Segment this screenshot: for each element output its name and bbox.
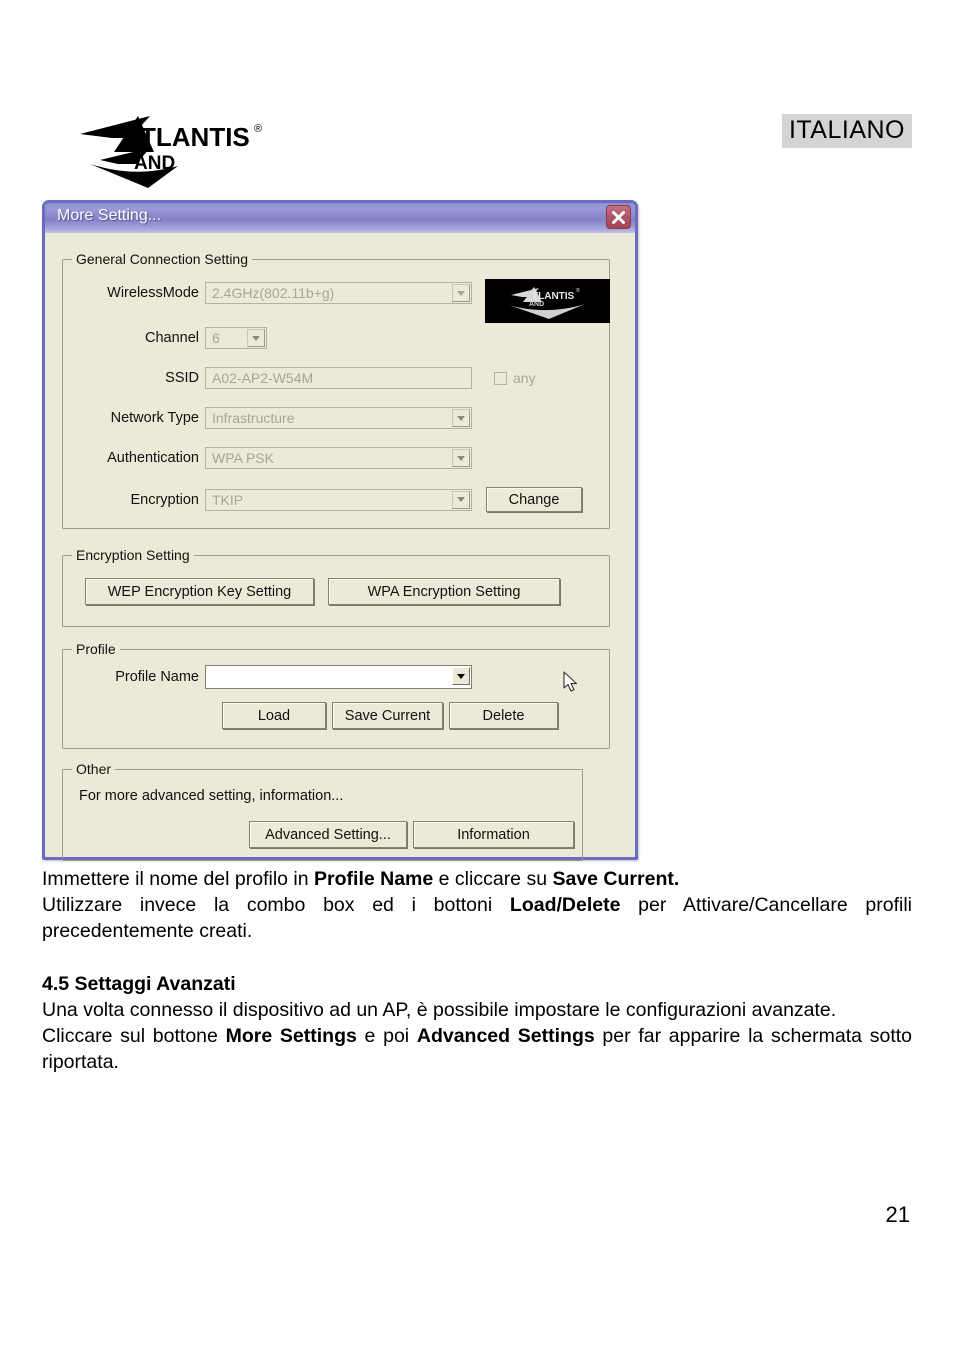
row-network-type: Network Type Infrastructure <box>63 407 609 429</box>
paragraph-profile-instructions: Immettere il nome del profilo in Profile… <box>42 866 912 944</box>
p4-b: More Settings <box>225 1025 357 1047</box>
channel-label: Channel <box>144 330 199 346</box>
wireless-mode-label: WirelessMode <box>107 285 199 301</box>
wireless-mode-combobox[interactable]: 2.4GHz(802.11b+g) <box>205 282 472 304</box>
wireless-mode-value: 2.4GHz(802.11b+g) <box>212 285 335 301</box>
p1-c: e cliccare su <box>433 868 553 890</box>
p1-a: Immettere il nome del profilo in <box>42 868 315 890</box>
p2-a: Utilizzare invece la combo box ed i bott… <box>42 894 510 916</box>
any-checkbox[interactable]: any <box>494 370 536 386</box>
language-badge: ITALIANO <box>781 114 912 148</box>
paragraph-2: Utilizzare invece la combo box ed i bott… <box>42 892 912 944</box>
encryption-combobox[interactable]: TKIP <box>205 488 472 511</box>
chevron-down-icon[interactable] <box>452 409 470 427</box>
p1-d: Save Current. <box>552 868 680 890</box>
save-current-button[interactable]: Save Current <box>332 702 443 729</box>
p4-d: Advanced Settings <box>416 1025 595 1047</box>
dialog-body: General Connection Setting WirelessMode … <box>45 233 635 861</box>
profile-name-label: Profile Name <box>115 669 199 685</box>
chevron-down-icon[interactable] <box>452 284 470 302</box>
delete-button[interactable]: Delete <box>449 702 558 729</box>
row-encryption: Encryption TKIP Change <box>63 487 609 512</box>
chevron-down-icon[interactable] <box>247 329 265 347</box>
paragraph-4: Cliccare sul bottone More Settings e poi… <box>42 1023 912 1075</box>
dialog-atlantis-logo: TLANTIS ® AND <box>485 279 610 323</box>
group-profile: Profile Profile Name Load Save Current D… <box>62 641 610 749</box>
dialog-title: More Setting... <box>57 207 162 224</box>
paragraph-1: Immettere il nome del profilo in Profile… <box>42 866 912 892</box>
p4-c: e poi <box>356 1025 417 1047</box>
encryption-value: TKIP <box>212 491 244 508</box>
network-type-combobox[interactable]: Infrastructure <box>205 407 472 429</box>
information-button[interactable]: Information <box>413 821 574 848</box>
change-button[interactable]: Change <box>486 487 582 512</box>
ssid-value: A02-AP2-W54M <box>212 370 314 386</box>
close-icon[interactable] <box>606 205 631 229</box>
row-authentication: Authentication WPA PSK <box>63 447 609 469</box>
page-number: 21 <box>885 1202 910 1227</box>
ssid-input[interactable]: A02-AP2-W54M <box>205 367 472 389</box>
p1-b: Profile Name <box>314 868 434 890</box>
wpa-encryption-setting-button[interactable]: WPA Encryption Setting <box>328 578 560 605</box>
p2-b: Load/Delete <box>509 894 621 916</box>
chevron-down-icon[interactable] <box>452 490 470 509</box>
svg-text:TLANTIS: TLANTIS <box>140 122 250 152</box>
group-general-title: General Connection Setting <box>72 251 252 267</box>
channel-value: 6 <box>212 330 220 346</box>
network-type-label: Network Type <box>110 410 199 426</box>
advanced-setting-button[interactable]: Advanced Setting... <box>249 821 407 848</box>
atlantis-land-logo: TLANTIS ® AND <box>78 112 268 188</box>
any-checkbox-label: any <box>513 370 536 386</box>
mouse-cursor <box>563 671 579 698</box>
profile-name-combobox[interactable] <box>205 665 472 689</box>
p4-a: Cliccare sul bottone <box>42 1025 226 1047</box>
load-button[interactable]: Load <box>222 702 326 729</box>
section-4-5: 4.5 Settaggi Avanzati Una volta connesso… <box>42 971 912 1075</box>
group-general-connection-setting: General Connection Setting WirelessMode … <box>62 251 610 529</box>
group-other: Other For more advanced setting, informa… <box>62 761 583 861</box>
other-description: For more advanced setting, information..… <box>79 788 344 804</box>
authentication-combobox[interactable]: WPA PSK <box>205 447 472 469</box>
wep-encryption-key-setting-button[interactable]: WEP Encryption Key Setting <box>85 578 314 605</box>
group-other-title: Other <box>72 761 116 777</box>
authentication-label: Authentication <box>107 450 199 466</box>
chevron-down-icon[interactable] <box>452 449 470 467</box>
chevron-down-icon[interactable] <box>452 667 470 685</box>
page-header: TLANTIS ® AND ITALIANO <box>0 0 954 190</box>
svg-text:®: ® <box>254 123 262 135</box>
section-heading: 4.5 Settaggi Avanzati <box>42 973 236 995</box>
svg-text:AND: AND <box>529 301 544 308</box>
authentication-value: WPA PSK <box>212 450 274 466</box>
row-profile-name: Profile Name <box>63 665 609 689</box>
any-checkbox-box[interactable] <box>494 371 507 385</box>
group-encryption-setting: Encryption Setting WEP Encryption Key Se… <box>62 547 610 627</box>
group-encryption-title: Encryption Setting <box>72 547 194 563</box>
svg-text:®: ® <box>576 287 580 294</box>
group-profile-title: Profile <box>72 641 120 657</box>
channel-combobox[interactable]: 6 <box>205 327 267 349</box>
row-ssid: SSID A02-AP2-W54M any <box>63 367 609 389</box>
network-type-value: Infrastructure <box>212 410 295 426</box>
ssid-label: SSID <box>165 370 199 386</box>
row-channel: Channel 6 <box>63 327 609 349</box>
more-setting-dialog: More Setting... General Connection Setti… <box>42 200 638 861</box>
dialog-titlebar[interactable]: More Setting... <box>45 203 635 233</box>
encryption-label: Encryption <box>130 491 199 508</box>
paragraph-3: Una volta connesso il dispositivo ad un … <box>42 999 837 1021</box>
